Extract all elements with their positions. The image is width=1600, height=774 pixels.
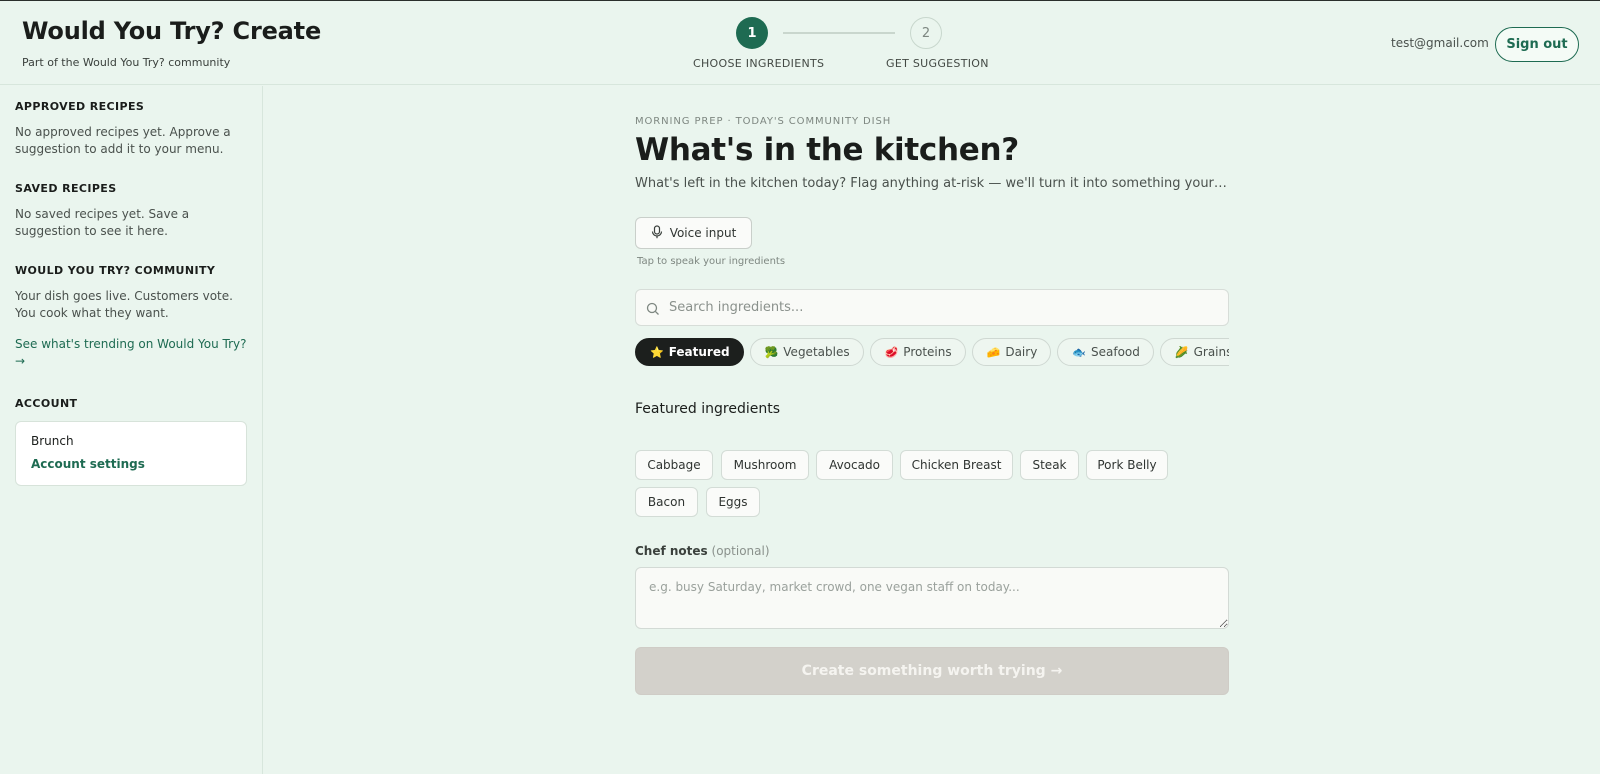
- category-chip-vegetables[interactable]: 🥦 Vegetables: [749, 338, 864, 366]
- featured-ingredients-heading: Featured ingredients: [635, 401, 780, 417]
- step-1-label: CHOOSE INGREDIENTS: [693, 57, 825, 70]
- search-box: [635, 289, 1229, 326]
- ingredient-chip-mushroom[interactable]: Mushroom: [721, 450, 809, 480]
- category-label: Vegetables: [783, 345, 850, 359]
- category-label: Seafood: [1091, 345, 1140, 359]
- account-name: Brunch: [31, 434, 74, 448]
- category-chip-proteins[interactable]: 🥩 Proteins: [869, 338, 966, 366]
- page-title: What's in the kitchen?: [635, 132, 1019, 168]
- fish-icon: 🐟: [1072, 345, 1086, 359]
- saved-recipes-empty-text: No saved recipes yet. Save a suggestion …: [15, 207, 190, 238]
- microphone-icon: [651, 224, 663, 242]
- category-chip-grains[interactable]: 🌽 Grains & Br: [1159, 338, 1229, 366]
- ingredient-chip-avocado[interactable]: Avocado: [816, 450, 893, 480]
- trending-link[interactable]: See what's trending on Would You Try? →: [15, 336, 247, 370]
- ingredient-chip-cabbage[interactable]: Cabbage: [635, 450, 713, 480]
- chef-notes-textarea[interactable]: [635, 567, 1229, 629]
- ingredient-chip-chicken-breast[interactable]: Chicken Breast: [900, 450, 1013, 480]
- eyebrow-label: MORNING PREP · TODAY'S COMMUNITY DISH: [635, 116, 892, 127]
- search-icon: [646, 301, 660, 320]
- voice-input-hint: Tap to speak your ingredients: [637, 256, 786, 267]
- category-label: Featured: [668, 345, 730, 359]
- app-subtitle: Part of the Would You Try? community: [22, 56, 231, 69]
- main-content: MORNING PREP · TODAY'S COMMUNITY DISH Wh…: [635, 86, 1229, 774]
- voice-input-button[interactable]: Voice input: [635, 217, 752, 249]
- account-heading: ACCOUNT: [15, 397, 78, 410]
- app-header: Would You Try? Create Part of the Would …: [0, 1, 1600, 85]
- meat-icon: 🥩: [884, 345, 899, 359]
- category-chip-featured[interactable]: ⭐ Featured: [635, 338, 744, 366]
- account-settings-link[interactable]: Account settings: [31, 457, 145, 471]
- step-2-label: GET SUGGESTION: [886, 57, 989, 70]
- approved-recipes-heading: APPROVED RECIPES: [15, 100, 145, 113]
- optional-tag: (optional): [711, 544, 770, 558]
- cheese-icon: 🧀: [986, 345, 1001, 359]
- corn-icon: 🌽: [1174, 345, 1189, 359]
- approved-recipes-empty-text: No approved recipes yet. Approve a sugge…: [15, 125, 231, 156]
- step-connector: [783, 32, 895, 34]
- account-card: Brunch Account settings: [15, 421, 247, 486]
- search-input[interactable]: [669, 290, 1219, 325]
- star-icon: ⭐: [650, 345, 664, 359]
- progress-stepper: 1 2 CHOOSE INGREDIENTS GET SUGGESTION: [690, 17, 990, 77]
- step-1-indicator: 1: [736, 17, 768, 49]
- ingredient-chip-steak[interactable]: Steak: [1020, 450, 1079, 480]
- chef-notes-title: Chef notes: [635, 544, 708, 558]
- category-label: Proteins: [903, 345, 952, 359]
- voice-input-label: Voice input: [669, 226, 737, 240]
- saved-recipes-heading: SAVED RECIPES: [15, 182, 117, 195]
- create-suggestion-button[interactable]: Create something worth trying →: [635, 647, 1229, 695]
- ingredient-chip-eggs[interactable]: Eggs: [706, 487, 760, 517]
- app-title: Would You Try? Create: [22, 17, 322, 45]
- ingredient-chip-pork-belly[interactable]: Pork Belly: [1086, 450, 1168, 480]
- user-email: test@gmail.com: [1391, 36, 1489, 50]
- sign-out-button[interactable]: Sign out: [1495, 27, 1579, 62]
- category-chip-seafood[interactable]: 🐟 Seafood: [1057, 338, 1154, 366]
- broccoli-icon: 🥦: [764, 345, 779, 359]
- chef-notes-label: Chef notes (optional): [635, 544, 770, 558]
- category-label: Dairy: [1005, 345, 1038, 359]
- community-heading: WOULD YOU TRY? COMMUNITY: [15, 264, 216, 277]
- ingredient-chip-bacon[interactable]: Bacon: [635, 487, 698, 517]
- sidebar: APPROVED RECIPES No approved recipes yet…: [0, 86, 263, 774]
- category-label: Grains & Br: [1193, 345, 1229, 359]
- community-text: Your dish goes live. Customers vote. You…: [15, 289, 233, 320]
- step-2-indicator: 2: [910, 17, 942, 49]
- page-description: What's left in the kitchen today? Flag a…: [635, 176, 1229, 191]
- category-chip-dairy[interactable]: 🧀 Dairy: [971, 338, 1052, 366]
- category-tabs: ⭐ Featured 🥦 Vegetables 🥩 Proteins 🧀 Dai…: [635, 338, 1229, 368]
